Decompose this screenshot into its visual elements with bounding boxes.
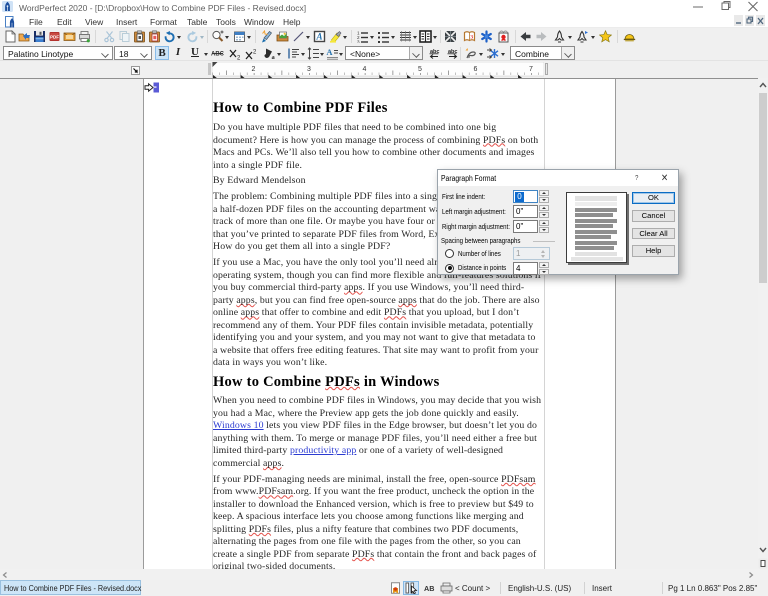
svg-text:3: 3	[470, 34, 473, 40]
svg-text:5: 5	[418, 66, 422, 73]
svg-text:4: 4	[363, 66, 367, 73]
svg-text:A: A	[326, 47, 333, 57]
svg-text:6: 6	[474, 66, 478, 73]
svg-text:2: 2	[252, 66, 256, 73]
svg-text:A: A	[315, 32, 322, 42]
svg-text:3: 3	[357, 39, 360, 43]
svg-text:a: a	[272, 54, 276, 60]
svg-text:7: 7	[529, 66, 533, 73]
svg-text:ABC: ABC	[211, 52, 224, 58]
svg-text:2: 2	[253, 50, 257, 56]
svg-text:PDF: PDF	[50, 35, 59, 40]
svg-text:3: 3	[307, 66, 311, 73]
svg-text:2: 2	[237, 56, 241, 61]
